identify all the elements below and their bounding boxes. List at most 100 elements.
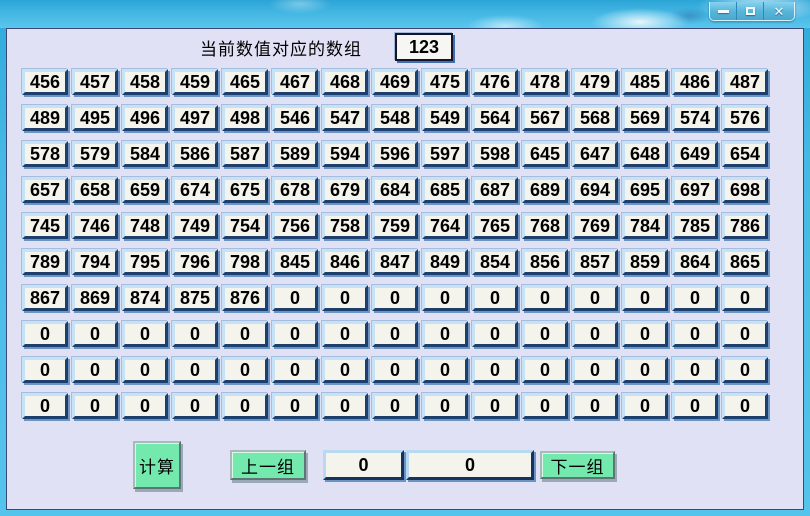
grid-cell[interactable]: 0 xyxy=(722,393,768,419)
grid-cell[interactable]: 475 xyxy=(422,69,468,95)
grid-cell[interactable]: 754 xyxy=(222,213,268,239)
grid-cell[interactable]: 0 xyxy=(422,285,468,311)
grid-cell[interactable]: 769 xyxy=(572,213,618,239)
grid-cell[interactable]: 476 xyxy=(472,69,518,95)
grid-cell[interactable]: 457 xyxy=(72,69,118,95)
grid-cell[interactable]: 489 xyxy=(22,105,68,131)
grid-cell[interactable]: 756 xyxy=(272,213,318,239)
grid-cell[interactable]: 867 xyxy=(22,285,68,311)
grid-cell[interactable]: 0 xyxy=(72,393,118,419)
grid-cell[interactable]: 0 xyxy=(472,357,518,383)
grid-cell[interactable]: 765 xyxy=(472,213,518,239)
grid-cell[interactable]: 786 xyxy=(722,213,768,239)
grid-cell[interactable]: 678 xyxy=(272,177,318,203)
grid-cell[interactable]: 0 xyxy=(522,393,568,419)
current-array-value-field[interactable]: 123 xyxy=(395,33,453,61)
grid-cell[interactable]: 0 xyxy=(422,321,468,347)
result-field-1[interactable]: 0 xyxy=(323,450,404,480)
grid-cell[interactable]: 865 xyxy=(722,249,768,275)
grid-cell[interactable]: 487 xyxy=(722,69,768,95)
grid-cell[interactable]: 547 xyxy=(322,105,368,131)
grid-cell[interactable]: 0 xyxy=(72,357,118,383)
grid-cell[interactable]: 745 xyxy=(22,213,68,239)
grid-cell[interactable]: 0 xyxy=(272,285,318,311)
grid-cell[interactable]: 0 xyxy=(222,321,268,347)
result-field-2[interactable]: 0 xyxy=(406,450,534,480)
grid-cell[interactable]: 759 xyxy=(372,213,418,239)
grid-cell[interactable]: 846 xyxy=(322,249,368,275)
grid-cell[interactable]: 648 xyxy=(622,141,668,167)
grid-cell[interactable]: 0 xyxy=(572,321,618,347)
grid-cell[interactable]: 654 xyxy=(722,141,768,167)
next-group-button[interactable]: 下一组 xyxy=(540,451,615,479)
grid-cell[interactable]: 794 xyxy=(72,249,118,275)
grid-cell[interactable]: 0 xyxy=(472,285,518,311)
grid-cell[interactable]: 498 xyxy=(222,105,268,131)
grid-cell[interactable]: 0 xyxy=(572,357,618,383)
grid-cell[interactable]: 798 xyxy=(222,249,268,275)
grid-cell[interactable]: 856 xyxy=(522,249,568,275)
grid-cell[interactable]: 0 xyxy=(22,393,68,419)
grid-cell[interactable]: 697 xyxy=(672,177,718,203)
grid-cell[interactable]: 0 xyxy=(122,393,168,419)
grid-cell[interactable]: 857 xyxy=(572,249,618,275)
grid-cell[interactable]: 496 xyxy=(122,105,168,131)
grid-cell[interactable]: 586 xyxy=(172,141,218,167)
grid-cell[interactable]: 0 xyxy=(722,357,768,383)
grid-cell[interactable]: 596 xyxy=(372,141,418,167)
maximize-button[interactable] xyxy=(737,2,764,20)
grid-cell[interactable]: 746 xyxy=(72,213,118,239)
grid-cell[interactable]: 579 xyxy=(72,141,118,167)
grid-cell[interactable]: 748 xyxy=(122,213,168,239)
grid-cell[interactable]: 674 xyxy=(172,177,218,203)
grid-cell[interactable]: 0 xyxy=(172,393,218,419)
grid-cell[interactable]: 0 xyxy=(22,321,68,347)
grid-cell[interactable]: 568 xyxy=(572,105,618,131)
grid-cell[interactable]: 0 xyxy=(322,393,368,419)
grid-cell[interactable]: 698 xyxy=(722,177,768,203)
grid-cell[interactable]: 795 xyxy=(122,249,168,275)
grid-cell[interactable]: 548 xyxy=(372,105,418,131)
grid-cell[interactable]: 0 xyxy=(172,357,218,383)
grid-cell[interactable]: 845 xyxy=(272,249,318,275)
grid-cell[interactable]: 0 xyxy=(122,321,168,347)
grid-cell[interactable]: 468 xyxy=(322,69,368,95)
grid-cell[interactable]: 594 xyxy=(322,141,368,167)
grid-cell[interactable]: 796 xyxy=(172,249,218,275)
grid-cell[interactable]: 598 xyxy=(472,141,518,167)
grid-cell[interactable]: 569 xyxy=(622,105,668,131)
grid-cell[interactable]: 645 xyxy=(522,141,568,167)
grid-cell[interactable]: 0 xyxy=(722,285,768,311)
grid-cell[interactable]: 0 xyxy=(272,357,318,383)
grid-cell[interactable]: 876 xyxy=(222,285,268,311)
grid-cell[interactable]: 859 xyxy=(622,249,668,275)
grid-cell[interactable]: 0 xyxy=(522,285,568,311)
grid-cell[interactable]: 847 xyxy=(372,249,418,275)
grid-cell[interactable]: 758 xyxy=(322,213,368,239)
grid-cell[interactable]: 478 xyxy=(522,69,568,95)
grid-cell[interactable]: 0 xyxy=(372,321,418,347)
grid-cell[interactable]: 0 xyxy=(622,285,668,311)
grid-cell[interactable]: 785 xyxy=(672,213,718,239)
grid-cell[interactable]: 0 xyxy=(172,321,218,347)
grid-cell[interactable]: 584 xyxy=(122,141,168,167)
grid-cell[interactable]: 0 xyxy=(472,321,518,347)
grid-cell[interactable]: 0 xyxy=(672,393,718,419)
grid-cell[interactable]: 567 xyxy=(522,105,568,131)
grid-cell[interactable]: 0 xyxy=(522,357,568,383)
grid-cell[interactable]: 0 xyxy=(572,393,618,419)
grid-cell[interactable]: 0 xyxy=(372,357,418,383)
grid-cell[interactable]: 467 xyxy=(272,69,318,95)
grid-cell[interactable]: 649 xyxy=(672,141,718,167)
grid-cell[interactable]: 546 xyxy=(272,105,318,131)
grid-cell[interactable]: 768 xyxy=(522,213,568,239)
grid-cell[interactable]: 495 xyxy=(72,105,118,131)
grid-cell[interactable]: 0 xyxy=(272,393,318,419)
grid-cell[interactable]: 687 xyxy=(472,177,518,203)
grid-cell[interactable]: 0 xyxy=(372,285,418,311)
grid-cell[interactable]: 875 xyxy=(172,285,218,311)
grid-cell[interactable]: 0 xyxy=(372,393,418,419)
grid-cell[interactable]: 469 xyxy=(372,69,418,95)
grid-cell[interactable]: 458 xyxy=(122,69,168,95)
grid-cell[interactable]: 869 xyxy=(72,285,118,311)
